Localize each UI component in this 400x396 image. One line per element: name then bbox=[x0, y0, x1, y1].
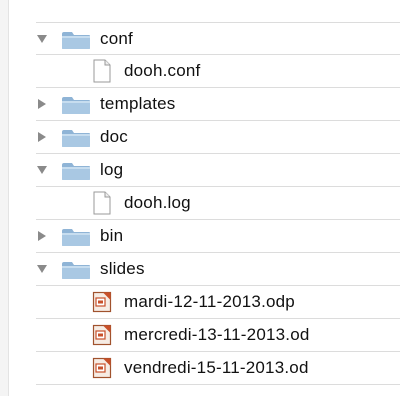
tree-item-label: doc bbox=[100, 127, 129, 146]
tree-row-dooh-conf[interactable]: dooh.conf bbox=[36, 55, 400, 88]
tree-item-label: vendredi-15-11-2013.od bbox=[124, 358, 309, 377]
tree-row-mercredi-odp[interactable]: mercredi-13-11-2013.od bbox=[36, 319, 400, 352]
tree-item-label: conf bbox=[100, 29, 133, 48]
disclosure-collapsed-icon[interactable] bbox=[36, 131, 48, 143]
tree-item-label: log bbox=[100, 160, 124, 179]
presentation-icon bbox=[92, 291, 112, 313]
tree-row-doc[interactable]: doc bbox=[36, 121, 400, 154]
folder-icon bbox=[62, 229, 90, 246]
tree-item-label: dooh.conf bbox=[124, 61, 201, 80]
folder-icon bbox=[62, 130, 90, 147]
disclosure-expanded-icon[interactable] bbox=[36, 33, 48, 45]
disclosure-collapsed-icon[interactable] bbox=[36, 98, 48, 110]
disclosure-collapsed-icon[interactable] bbox=[36, 230, 48, 242]
file-tree: conf dooh.conf templates doc log dooh.lo… bbox=[0, 0, 400, 396]
tree-row-templates[interactable]: templates bbox=[36, 88, 400, 121]
tree-row-vendredi-odp[interactable]: vendredi-15-11-2013.od bbox=[36, 352, 400, 385]
tree-row-log[interactable]: log bbox=[36, 154, 400, 187]
tree-item-label: mercredi-13-11-2013.od bbox=[124, 325, 310, 344]
presentation-icon bbox=[92, 324, 112, 346]
tree-row-conf[interactable]: conf bbox=[36, 22, 400, 55]
disclosure-expanded-icon[interactable] bbox=[36, 263, 48, 275]
folder-icon bbox=[62, 32, 90, 49]
presentation-icon bbox=[92, 357, 112, 379]
folder-icon bbox=[62, 262, 90, 279]
tree-row-slides[interactable]: slides bbox=[36, 253, 400, 286]
document-icon bbox=[93, 59, 111, 83]
tree-item-label: templates bbox=[100, 94, 176, 113]
folder-icon bbox=[62, 163, 90, 180]
folder-icon bbox=[62, 97, 90, 114]
tree-item-label: dooh.log bbox=[124, 193, 191, 212]
tree-item-label: slides bbox=[100, 259, 145, 278]
tree-item-label: mardi-12-11-2013.odp bbox=[124, 292, 295, 311]
tree-item-label: bin bbox=[100, 226, 124, 245]
tree-row-bin[interactable]: bin bbox=[36, 220, 400, 253]
left-rail bbox=[0, 0, 9, 396]
tree-row-dooh-log[interactable]: dooh.log bbox=[36, 187, 400, 220]
tree-row-mardi-odp[interactable]: mardi-12-11-2013.odp bbox=[36, 286, 400, 319]
document-icon bbox=[93, 191, 111, 215]
disclosure-expanded-icon[interactable] bbox=[36, 164, 48, 176]
